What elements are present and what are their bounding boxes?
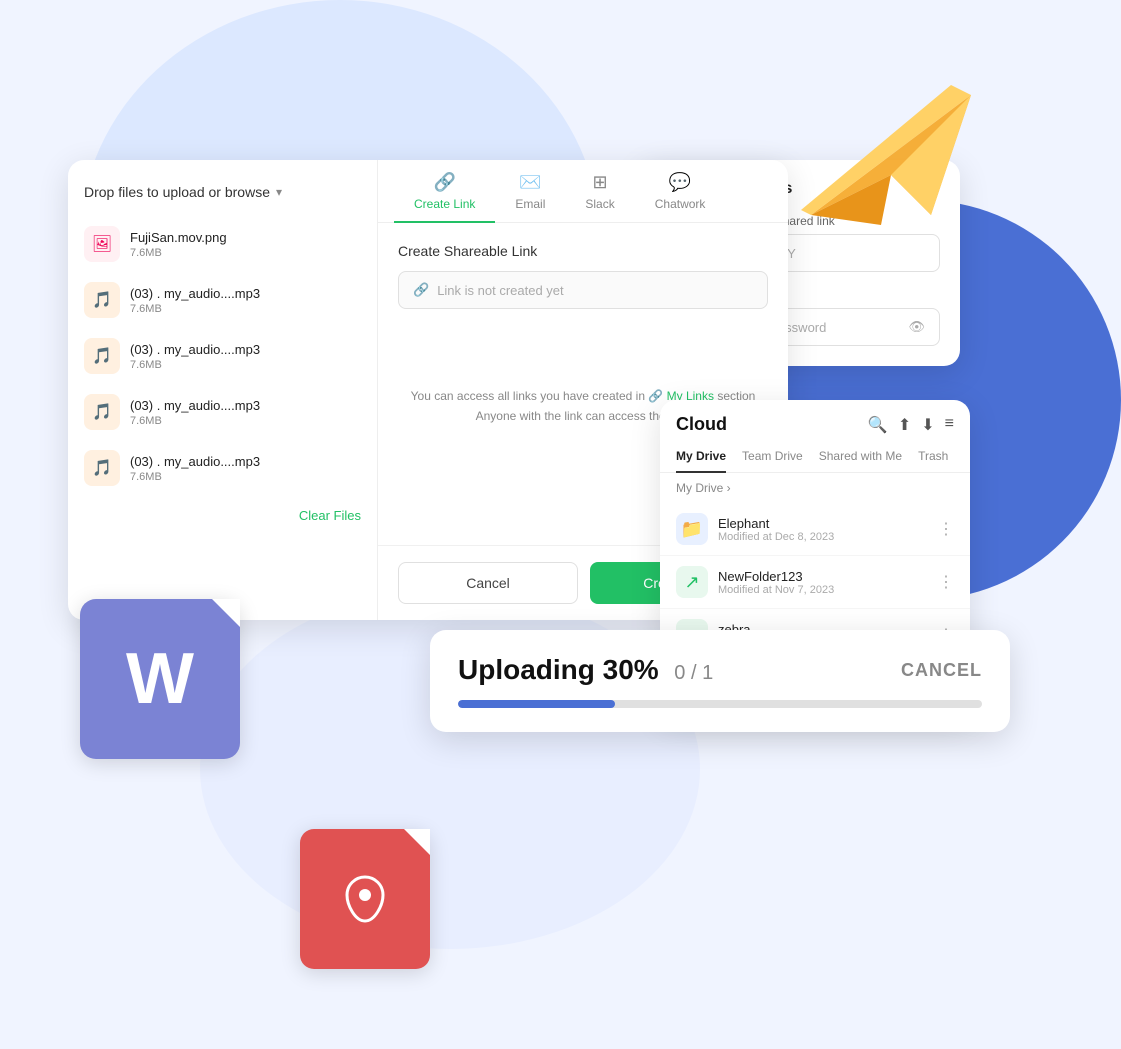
- file-name: (03) . my_audio....mp3: [130, 342, 361, 357]
- file-type-icon: 🎵: [84, 394, 120, 430]
- word-document-icon: W: [80, 599, 240, 759]
- word-letter: W: [126, 638, 194, 720]
- tab-chatwork-label: Chatwork: [655, 197, 706, 211]
- file-type-icon: 🖼: [84, 226, 120, 262]
- file-type-icon: 🎵: [84, 282, 120, 318]
- cloud-folder-icon: 📁: [676, 513, 708, 545]
- cloud-tabs: My Drive Team Drive Shared with Me Trash: [660, 443, 970, 473]
- cloud-list-item[interactable]: ↗ NewFolder123 Modified at Nov 7, 2023 ⋮: [660, 556, 970, 609]
- cloud-item-name: Elephant: [718, 516, 928, 531]
- tab-email-label: Email: [515, 197, 545, 211]
- cloud-tab-shared[interactable]: Shared with Me: [819, 443, 902, 473]
- more-options-icon[interactable]: ⋮: [938, 519, 954, 539]
- tab-create-link[interactable]: 🔗 Create Link: [394, 160, 495, 223]
- cloud-tab-trash[interactable]: Trash: [918, 443, 948, 473]
- link-input[interactable]: 🔗 Link is not created yet: [398, 271, 768, 309]
- file-size: 7.6MB: [130, 415, 361, 427]
- file-item: 🎵 (03) . my_audio....mp3 7.6MB: [68, 272, 377, 328]
- pdf-icon-fold: [404, 829, 430, 855]
- create-link-section-title: Create Shareable Link: [398, 243, 768, 259]
- cancel-button[interactable]: Cancel: [398, 562, 578, 604]
- upload-progress-panel: Uploading 30% 0 / 1 CANCEL: [430, 630, 1010, 732]
- create-link-icon: 🔗: [433, 172, 455, 193]
- cloud-item-info: Elephant Modified at Dec 8, 2023: [718, 516, 928, 543]
- eye-icon[interactable]: 👁: [908, 319, 925, 335]
- search-icon[interactable]: 🔍: [868, 415, 888, 435]
- upload-cancel-button[interactable]: CANCEL: [901, 660, 982, 681]
- cloud-folder-icon: ↗: [676, 566, 708, 598]
- file-info: (03) . my_audio....mp3 7.6MB: [130, 398, 361, 427]
- file-info: FujiSan.mov.png 7.6MB: [130, 230, 361, 259]
- paper-plane-icon: [791, 55, 991, 255]
- cloud-breadcrumb: My Drive ›: [660, 473, 970, 503]
- file-type-icon: 🎵: [84, 338, 120, 374]
- cloud-item-name: NewFolder123: [718, 569, 928, 584]
- link-placeholder-text: Link is not created yet: [437, 283, 563, 298]
- file-item: 🎵 (03) . my_audio....mp3 7.6MB: [68, 328, 377, 384]
- cloud-header: Cloud 🔍 ⬆ ⬇ ≡: [660, 400, 970, 443]
- more-options-icon[interactable]: ⋮: [938, 572, 954, 592]
- tab-slack[interactable]: ⊞ Slack: [565, 160, 634, 223]
- sort-icon[interactable]: ≡: [945, 415, 954, 435]
- tab-email[interactable]: ✉️ Email: [495, 160, 565, 223]
- file-name: (03) . my_audio....mp3: [130, 454, 361, 469]
- progress-bar-background: [458, 700, 982, 708]
- tab-slack-label: Slack: [585, 197, 614, 211]
- cloud-title: Cloud: [676, 414, 727, 435]
- file-item: 🖼 FujiSan.mov.png 7.6MB: [68, 216, 377, 272]
- file-info: (03) . my_audio....mp3 7.6MB: [130, 286, 361, 315]
- file-size: 7.6MB: [130, 247, 361, 259]
- file-name: FujiSan.mov.png: [130, 230, 361, 245]
- file-name: (03) . my_audio....mp3: [130, 398, 361, 413]
- file-info: (03) . my_audio....mp3 7.6MB: [130, 342, 361, 371]
- file-list-panel: Drop files to upload or browse ▾ 🖼 FujiS…: [68, 160, 378, 620]
- file-info: (03) . my_audio....mp3 7.6MB: [130, 454, 361, 483]
- upload-icon[interactable]: ⬆: [898, 415, 911, 435]
- file-size: 7.6MB: [130, 359, 361, 371]
- clear-files-button[interactable]: Clear Files: [68, 508, 377, 523]
- email-icon: ✉️: [519, 172, 541, 193]
- cloud-list-item[interactable]: 📁 Elephant Modified at Dec 8, 2023 ⋮: [660, 503, 970, 556]
- cloud-item-date: Modified at Dec 8, 2023: [718, 531, 928, 543]
- file-size: 7.6MB: [130, 303, 361, 315]
- link-icon: 🔗: [413, 282, 429, 298]
- cloud-tab-my-drive[interactable]: My Drive: [676, 443, 726, 473]
- slack-icon: ⊞: [593, 172, 608, 193]
- cloud-item-date: Modified at Nov 7, 2023: [718, 584, 928, 596]
- upload-status-text: Uploading 30% 0 / 1: [458, 654, 713, 686]
- file-size: 7.6MB: [130, 471, 361, 483]
- word-icon-fold: [212, 599, 240, 627]
- pdf-document-icon: [300, 829, 430, 969]
- upload-percentage: Uploading 30%: [458, 654, 659, 685]
- download-icon[interactable]: ⬇: [921, 415, 934, 435]
- drop-header-label: Drop files to upload or browse: [84, 184, 270, 200]
- chatwork-icon: 💬: [669, 172, 691, 193]
- file-type-icon: 🎵: [84, 450, 120, 486]
- file-item: 🎵 (03) . my_audio....mp3 7.6MB: [68, 384, 377, 440]
- tab-create-link-label: Create Link: [414, 197, 475, 211]
- upload-count: 0 / 1: [663, 662, 713, 684]
- file-name: (03) . my_audio....mp3: [130, 286, 361, 301]
- progress-bar-fill: [458, 700, 615, 708]
- file-list: 🖼 FujiSan.mov.png 7.6MB 🎵 (03) . my_audi…: [68, 216, 377, 496]
- cloud-item-info: NewFolder123 Modified at Nov 7, 2023: [718, 569, 928, 596]
- cloud-tab-team-drive[interactable]: Team Drive: [742, 443, 803, 473]
- pdf-symbol: [335, 869, 395, 929]
- chevron-down-icon: ▾: [276, 185, 282, 199]
- drop-files-button[interactable]: Drop files to upload or browse ▾: [68, 176, 377, 216]
- cloud-header-icons: 🔍 ⬆ ⬇ ≡: [868, 415, 954, 435]
- tab-chatwork[interactable]: 💬 Chatwork: [635, 160, 726, 223]
- upload-progress-header: Uploading 30% 0 / 1 CANCEL: [458, 654, 982, 686]
- share-tabs: 🔗 Create Link ✉️ Email ⊞ Slack 💬 Chatwor…: [378, 160, 788, 223]
- file-item: 🎵 (03) . my_audio....mp3 7.6MB: [68, 440, 377, 496]
